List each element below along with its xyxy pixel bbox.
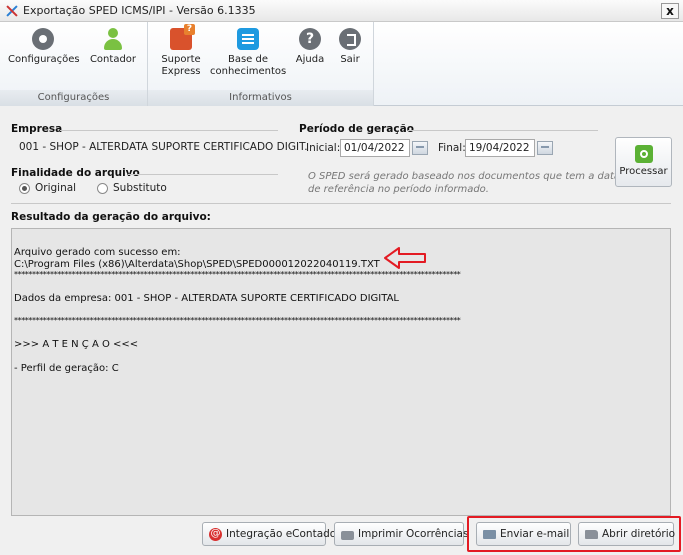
base-de-label: Base de: [227, 54, 269, 65]
econtador-icon: [209, 527, 222, 541]
list-icon: [237, 28, 259, 50]
ribbon-group-configuracoes: Configurações Contador Configurações: [0, 22, 148, 106]
ajuda-button[interactable]: ? Ajuda: [292, 28, 328, 66]
result-line: ****************************************…: [14, 271, 461, 279]
final-label: Final:: [438, 142, 466, 154]
result-line: - Perfil de geração: C: [14, 363, 119, 374]
resultado-textarea[interactable]: Arquivo gerado com sucesso em: C:\Progra…: [11, 228, 671, 516]
result-line: Arquivo gerado com sucesso em:: [14, 247, 181, 258]
printer-icon: [341, 530, 354, 540]
inicial-label: Inicial:: [306, 142, 341, 154]
user-icon: [102, 28, 124, 50]
close-button[interactable]: x: [661, 3, 679, 19]
sair-label: Sair: [340, 54, 360, 65]
result-line: [14, 235, 668, 247]
original-label: Original: [35, 182, 77, 194]
result-line: [14, 327, 668, 339]
result-line: ****************************************…: [14, 317, 461, 325]
periodo-heading: Período de geração: [299, 123, 414, 135]
express-label: Express: [161, 66, 201, 77]
empresa-value: 001 - SHOP - ALTERDATA SUPORTE CERTIFICA…: [19, 141, 308, 153]
chat-question-icon: [170, 24, 195, 50]
periodo-note-line2: de referência no período informado.: [308, 184, 489, 195]
title-bar: Exportação SPED ICMS/IPI - Versão 6.1335…: [0, 0, 683, 22]
result-line: C:\Program Files (x86)\Alterdata\Shop\SP…: [14, 259, 380, 270]
data-final-input[interactable]: [465, 139, 535, 157]
processar-button[interactable]: Processar: [615, 137, 672, 187]
ribbon-toolbar: Configurações Contador Configurações Sup…: [0, 22, 683, 106]
conhecimentos-label: conhecimentos: [210, 66, 287, 77]
result-line: >>> A T E N Ç Ã O <<<: [14, 339, 139, 350]
periodo-note-line1: O SPED será gerado baseado nos documento…: [308, 171, 621, 182]
periodo-note: O SPED será gerado baseado nos documento…: [308, 170, 620, 196]
integracao-econtador-button[interactable]: Integração eContador: [202, 522, 341, 546]
ribbon-group-informativos: Suporte Express Base de conhecimentos ? …: [148, 22, 374, 106]
window-title: Exportação SPED ICMS/IPI - Versão 6.1335: [23, 4, 256, 17]
imprimir-ocorrencias-button[interactable]: Imprimir Ocorrências: [334, 522, 468, 546]
contador-label: Contador: [89, 54, 137, 65]
help-icon: ?: [299, 28, 321, 50]
ajuda-label: Ajuda: [295, 54, 325, 65]
configuracoes-label: Configurações: [8, 54, 80, 65]
ribbon-group-label: Configurações: [0, 90, 147, 106]
exit-icon: [339, 28, 361, 50]
resultado-heading: Resultado da geração do arquivo:: [11, 211, 211, 223]
imprimir-label: Imprimir Ocorrências: [358, 528, 469, 540]
configuracoes-button[interactable]: Configurações: [8, 28, 80, 66]
divider: [408, 130, 598, 131]
divider: [60, 130, 278, 131]
processar-label: Processar: [619, 166, 668, 177]
base-conhecimentos-button[interactable]: Base de conhecimentos: [210, 28, 286, 78]
substituto-label: Substituto: [113, 182, 167, 194]
divider: [128, 174, 278, 175]
suporte-label: Suporte: [161, 54, 201, 65]
process-gear-icon: [634, 145, 653, 163]
annotation-arrow-icon: [384, 247, 426, 269]
calendar-final-icon[interactable]: [537, 141, 553, 155]
sair-button[interactable]: Sair: [332, 28, 368, 66]
original-radio[interactable]: [19, 183, 30, 194]
contador-button[interactable]: Contador: [86, 28, 140, 66]
gear-icon: [32, 28, 54, 50]
data-inicial-input[interactable]: [340, 139, 410, 157]
result-line: Dados da empresa: 001 - SHOP - ALTERDATA…: [14, 293, 399, 304]
highlight-box: [467, 516, 681, 552]
empresa-heading: Empresa: [11, 123, 63, 135]
result-line: [14, 351, 668, 363]
suporte-express-button[interactable]: Suporte Express: [154, 24, 208, 78]
ribbon-group-label: Informativos: [148, 90, 373, 106]
result-line: [14, 281, 668, 293]
substituto-radio[interactable]: [97, 183, 108, 194]
finalidade-heading: Finalidade do arquivo: [11, 167, 140, 179]
calendar-inicial-icon[interactable]: [412, 141, 428, 155]
integracao-label: Integração eContador: [226, 528, 341, 540]
result-line: [14, 305, 668, 317]
app-logo-icon: [5, 4, 19, 18]
divider: [11, 203, 671, 204]
